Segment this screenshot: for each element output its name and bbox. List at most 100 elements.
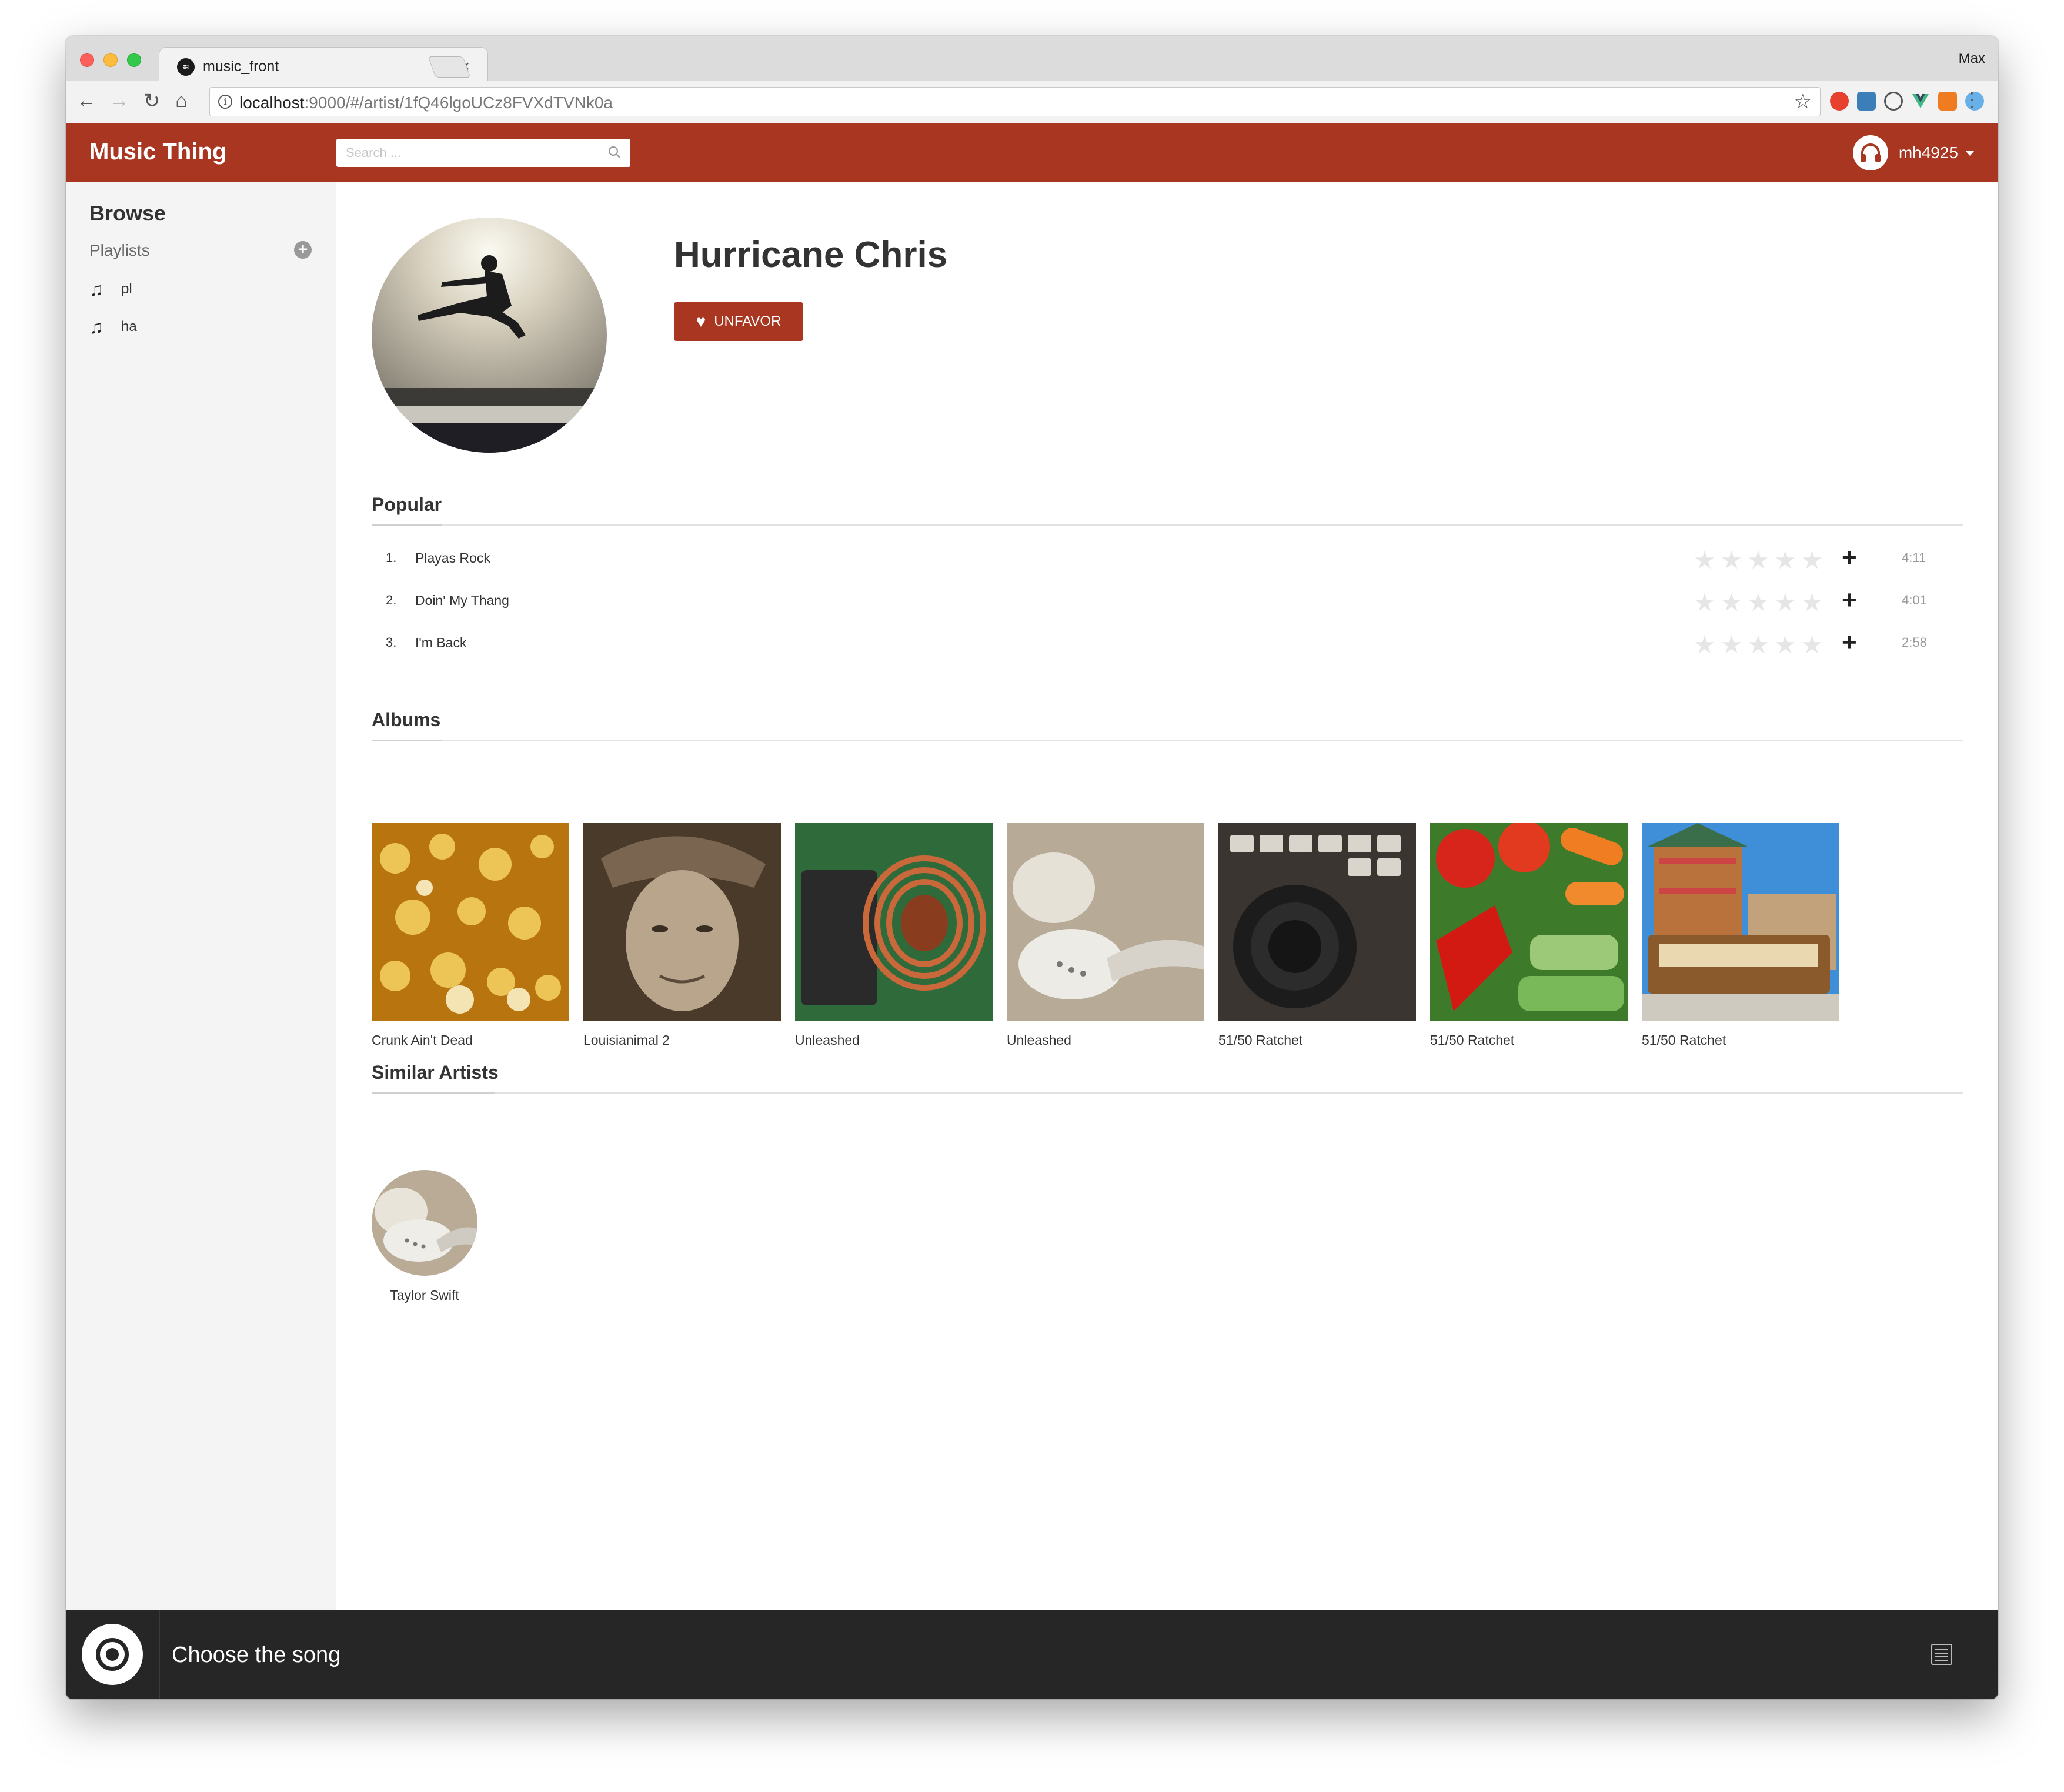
close-window-button[interactable] [80, 53, 94, 67]
track-number: 3. [386, 635, 397, 650]
album-title[interactable]: Crunk Ain't Dead [372, 1032, 569, 1048]
username: mh4925 [1898, 143, 1958, 162]
spotify-favicon-icon: ≋ [177, 58, 195, 76]
similar-artist-card[interactable]: Taylor Swift [372, 1170, 477, 1303]
minimize-window-button[interactable] [103, 53, 118, 67]
site-info-icon[interactable]: i [218, 95, 232, 109]
album-cover[interactable] [1430, 823, 1628, 1021]
artist-name: Hurricane Chris [674, 235, 948, 275]
sidebar-browse[interactable]: Browse [89, 201, 166, 226]
search-icon[interactable] [607, 145, 622, 160]
search-input[interactable] [336, 139, 630, 167]
url-text: localhost:9000/#/artist/1fQ46lgoUCz8FVXd… [239, 93, 613, 112]
browser-toolbar: ← → ↻ ⌂ i localhost:9000/#/artist/1fQ46l… [66, 81, 1998, 123]
music-note-icon: ♫ [89, 316, 103, 337]
track-number: 1. [386, 550, 397, 565]
album-title[interactable]: Louisianimal 2 [583, 1032, 781, 1048]
album-title[interactable]: 51/50 Ratchet [1430, 1032, 1628, 1048]
add-to-playlist-icon[interactable]: + [1842, 586, 1857, 615]
home-icon[interactable]: ⌂ [175, 89, 188, 112]
music-note-icon: ♫ [89, 278, 103, 300]
play-button[interactable] [82, 1624, 143, 1685]
url-host: localhost [239, 93, 305, 112]
now-playing-label: Choose the song [172, 1643, 341, 1667]
sidebar-item-playlist-pl[interactable]: ♫ pl [89, 278, 132, 301]
new-tab-button[interactable] [428, 56, 471, 78]
album-cover[interactable] [795, 823, 993, 1021]
album-card[interactable]: Unleashed [795, 823, 993, 1048]
albums-heading: Albums [372, 709, 441, 730]
add-playlist-icon[interactable]: + [294, 241, 312, 259]
bookmark-star-icon[interactable]: ☆ [1794, 90, 1812, 113]
album-card[interactable]: Crunk Ain't Dead [372, 823, 569, 1048]
similar-artist-image[interactable] [372, 1170, 477, 1276]
sidebar: Browse Playlists + ♫ pl ♫ ha [66, 182, 336, 1610]
music-app: Music Thing mh4925 [66, 123, 1998, 1699]
percent-extension-icon[interactable] [1938, 92, 1957, 111]
popular-divider [372, 524, 1963, 526]
maximize-window-button[interactable] [127, 53, 141, 67]
album-card[interactable]: 51/50 Ratchet [1218, 823, 1416, 1048]
queue-list-icon[interactable] [1930, 1643, 1953, 1666]
player-bar: Choose the song [66, 1610, 1998, 1699]
album-cover[interactable] [1218, 823, 1416, 1021]
user-menu[interactable]: mh4925 [1852, 134, 1975, 172]
album-card[interactable]: Louisianimal 2 [583, 823, 781, 1048]
sidebar-item-label: ha [121, 319, 137, 335]
forward-icon[interactable]: → [109, 89, 129, 112]
app-brand[interactable]: Music Thing [89, 139, 226, 165]
album-title[interactable]: Unleashed [1007, 1032, 1204, 1048]
search-box[interactable] [336, 139, 630, 167]
unfavor-label: UNFAVOR [714, 313, 781, 329]
album-cover[interactable] [372, 823, 569, 1021]
album-cover[interactable] [1007, 823, 1204, 1021]
album-title[interactable]: Unleashed [795, 1032, 993, 1048]
browser-menu-icon[interactable]: ⋮ [1962, 88, 1982, 112]
similar-artist-name[interactable]: Taylor Swift [372, 1288, 477, 1303]
track-title[interactable]: Playas Rock [415, 550, 490, 566]
album-title[interactable]: 51/50 Ratchet [1642, 1032, 1839, 1048]
add-to-playlist-icon[interactable]: + [1842, 628, 1857, 657]
record-dot-icon [106, 1648, 119, 1661]
play-button-container [66, 1610, 160, 1699]
tab-title: music_front [203, 58, 279, 75]
chevron-down-icon [1965, 150, 1975, 156]
unfavor-button[interactable]: ♥ UNFAVOR [674, 302, 803, 341]
album-cover[interactable] [583, 823, 781, 1021]
browser-profile-name[interactable]: Max [1959, 51, 1985, 67]
track-title[interactable]: I'm Back [415, 635, 466, 651]
track-row[interactable]: 3. I'm Back ★★★★★ + 2:58 [372, 626, 1963, 661]
albums-divider [372, 740, 1963, 741]
opera-extension-icon[interactable] [1830, 92, 1849, 111]
app-header: Music Thing mh4925 [66, 123, 1998, 182]
headphones-icon [1852, 135, 1888, 170]
star-rating-icon[interactable]: ★★★★★ [1694, 546, 1828, 574]
artist-page: Hurricane Chris ♥ UNFAVOR Popular 1. Pla… [336, 182, 1998, 1610]
track-title[interactable]: Doin' My Thang [415, 593, 509, 609]
s-extension-icon[interactable] [1857, 92, 1876, 111]
album-card[interactable]: 51/50 Ratchet [1642, 823, 1839, 1048]
album-cover[interactable] [1642, 823, 1839, 1021]
track-duration: 2:58 [1902, 635, 1927, 650]
url-path: :9000/#/artist/1fQ46lgoUCz8FVXdTVNk0a [304, 93, 613, 112]
broken-heart-icon: ♥ [696, 312, 706, 330]
album-card[interactable]: 51/50 Ratchet [1430, 823, 1628, 1048]
album-title[interactable]: 51/50 Ratchet [1218, 1032, 1416, 1048]
popular-heading: Popular [372, 494, 442, 515]
track-row[interactable]: 1. Playas Rock ★★★★★ + 4:11 [372, 541, 1963, 576]
album-card[interactable]: Unleashed [1007, 823, 1204, 1048]
track-number: 2. [386, 593, 397, 607]
sidebar-item-playlist-ha[interactable]: ♫ ha [89, 315, 137, 339]
add-to-playlist-icon[interactable]: + [1842, 543, 1857, 573]
reload-icon[interactable]: ↻ [143, 89, 161, 113]
track-duration: 4:11 [1902, 550, 1926, 565]
address-bar[interactable]: i localhost:9000/#/artist/1fQ46lgoUCz8FV… [209, 87, 1821, 116]
info-extension-icon[interactable] [1884, 92, 1903, 111]
vue-devtools-icon[interactable] [1911, 92, 1930, 111]
similar-artists-divider-accent [372, 1092, 495, 1094]
similar-artists-divider [372, 1092, 1963, 1094]
star-rating-icon[interactable]: ★★★★★ [1694, 588, 1828, 617]
back-icon[interactable]: ← [76, 89, 96, 112]
track-row[interactable]: 2. Doin' My Thang ★★★★★ + 4:01 [372, 583, 1963, 618]
star-rating-icon[interactable]: ★★★★★ [1694, 630, 1828, 659]
